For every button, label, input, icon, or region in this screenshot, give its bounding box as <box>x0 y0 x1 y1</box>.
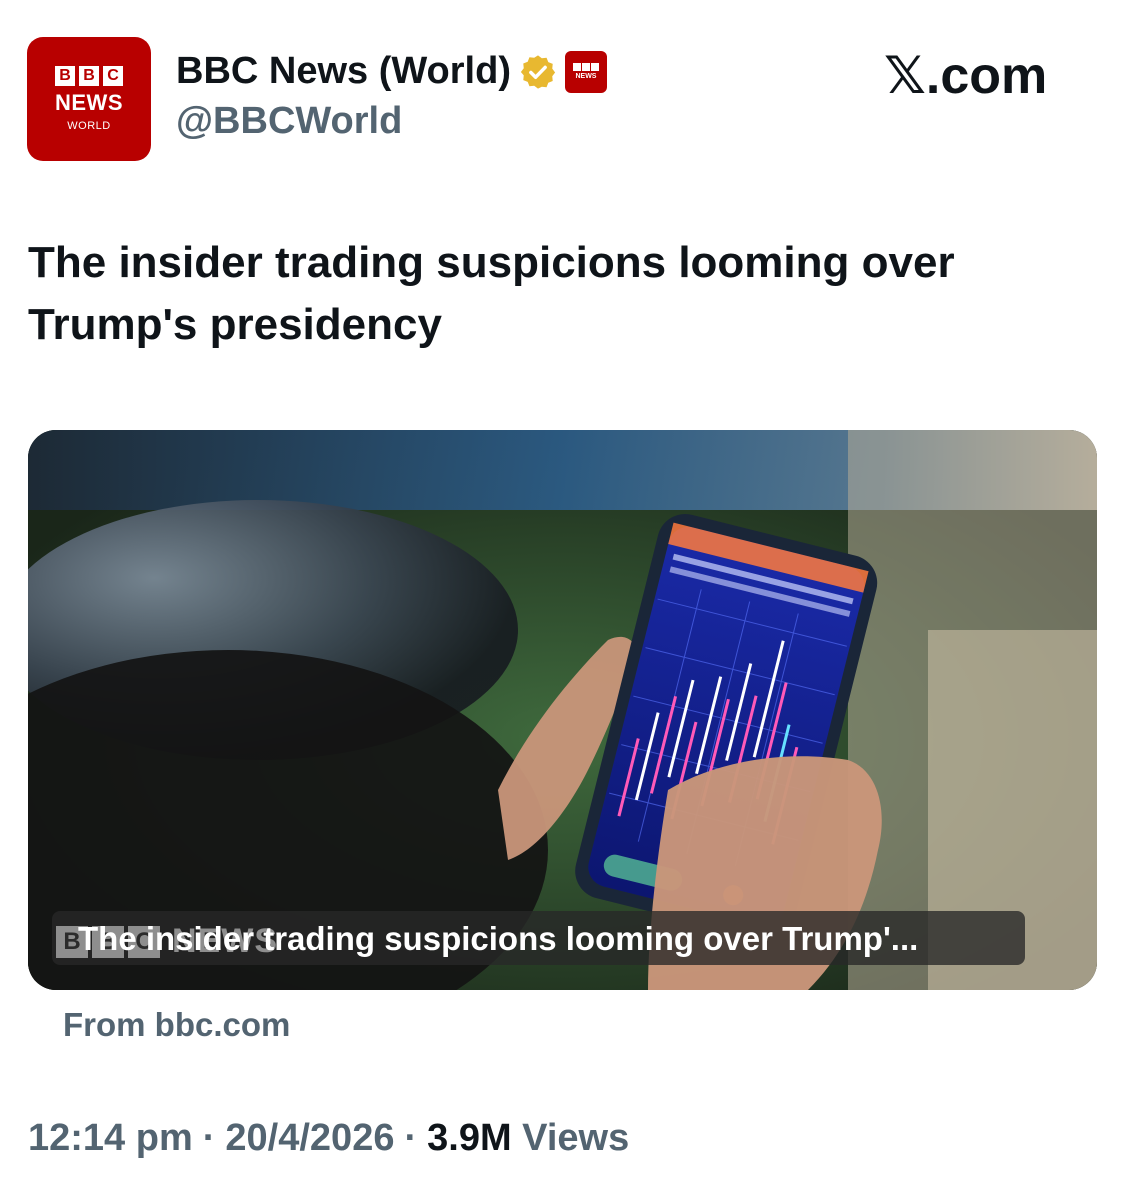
views-count: 3.9M <box>427 1117 512 1159</box>
post-text: The insider trading suspicions looming o… <box>28 238 955 349</box>
avatar-news-label: NEWS <box>55 90 123 115</box>
post-meta-row: 12:14 pm · 20/4/2026 · 3.9M Views <box>28 1117 629 1160</box>
meta-separator-2: · <box>404 1117 418 1159</box>
bbc-block-b2: B <box>79 66 99 86</box>
mini-bbc-blocks <box>572 63 599 71</box>
bbc-affiliate-badge-icon[interactable]: NEWS <box>564 50 607 93</box>
bbc-block-c: C <box>103 66 123 86</box>
user-handle[interactable]: @BBCWorld <box>176 100 402 143</box>
media-card[interactable]: B B C NEWS The insider trading suspicion… <box>28 430 1097 990</box>
gold-check-badge-icon[interactable] <box>519 53 557 91</box>
meta-separator-1: · <box>202 1117 216 1159</box>
affiliate-badge-label: NEWS <box>575 73 597 80</box>
source-link[interactable]: From bbc.com <box>63 1006 290 1044</box>
post-date[interactable]: 20/4/2026 <box>225 1117 394 1160</box>
bbc-block-b1: B <box>55 66 75 86</box>
bbc-logo-blocks: B B C <box>55 66 123 86</box>
display-name[interactable]: BBC News (World) <box>176 50 511 93</box>
media-caption-text: The insider trading suspicions looming o… <box>78 920 919 957</box>
phone-trading-photo <box>28 430 1097 990</box>
bbc-news-world-avatar[interactable]: B B C NEWS WORLD <box>27 37 151 161</box>
avatar-world-label: WORLD <box>67 120 111 132</box>
views-label: Views <box>522 1117 630 1159</box>
display-name-row: BBC News (World) NEWS <box>176 50 607 93</box>
x-com-label: 𝕏.com <box>884 47 1048 105</box>
post-time[interactable]: 12:14 pm <box>28 1117 193 1160</box>
